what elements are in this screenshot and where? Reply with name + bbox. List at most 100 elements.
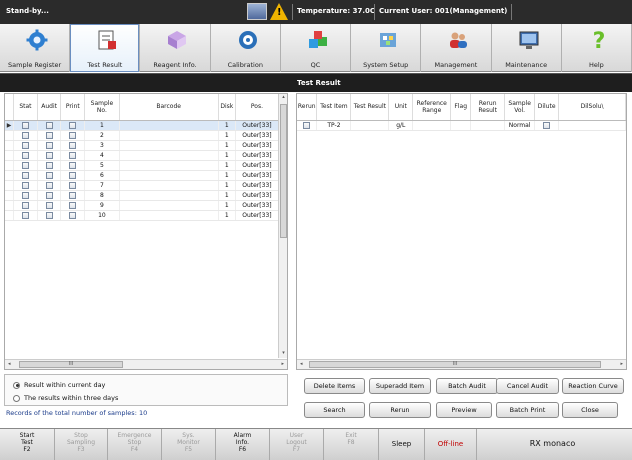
scroll-thumb[interactable]: III bbox=[309, 361, 601, 368]
stat-checkbox[interactable] bbox=[21, 151, 29, 159]
batch-audit-button[interactable]: Batch Audit bbox=[436, 378, 498, 394]
sample-row[interactable]: 7 1 Outer[33] bbox=[5, 180, 280, 191]
fkey-f7[interactable]: User Logout F7 bbox=[270, 429, 324, 460]
toolbar-qc[interactable]: QC bbox=[281, 24, 352, 72]
sample-row[interactable]: ▶ 1 1 Outer[33] bbox=[5, 120, 280, 131]
col-sample-no[interactable]: Sample No. bbox=[84, 94, 120, 121]
stat-checkbox[interactable] bbox=[21, 171, 29, 179]
col-barcode[interactable]: Barcode bbox=[119, 94, 219, 121]
stat-checkbox[interactable] bbox=[21, 201, 29, 209]
col-reference-range[interactable]: Reference Range bbox=[412, 94, 452, 121]
col-rerun-result[interactable]: Rerun Result bbox=[470, 94, 506, 121]
print-checkbox[interactable] bbox=[69, 171, 77, 179]
preview-button[interactable]: Preview bbox=[436, 402, 492, 418]
stat-checkbox[interactable] bbox=[21, 181, 29, 189]
sample-row[interactable]: 10 1 Outer[33] bbox=[5, 210, 280, 221]
sample-row[interactable]: 2 1 Outer[33] bbox=[5, 130, 280, 141]
cancel-audit-button[interactable]: Cancel Audit bbox=[496, 378, 559, 394]
close-button[interactable]: Close bbox=[562, 402, 618, 418]
stat-checkbox[interactable] bbox=[21, 131, 29, 139]
scroll-thumb[interactable]: III bbox=[19, 361, 123, 368]
reaction-curve-button[interactable]: Reaction Curve bbox=[562, 378, 624, 394]
print-checkbox[interactable] bbox=[69, 161, 77, 169]
audit-checkbox[interactable] bbox=[45, 151, 53, 159]
scroll-right-icon[interactable]: ▸ bbox=[620, 361, 623, 367]
filter-three-days[interactable]: The results within three days bbox=[13, 394, 118, 402]
sample-row[interactable]: 3 1 Outer[33] bbox=[5, 140, 280, 151]
toolbar-management[interactable]: Management bbox=[421, 24, 492, 72]
stat-checkbox[interactable] bbox=[21, 121, 29, 129]
fkey-f6[interactable]: Alarm Info. F6 bbox=[216, 429, 270, 460]
print-checkbox[interactable] bbox=[69, 121, 77, 129]
search-button[interactable]: Search bbox=[304, 402, 365, 418]
fkey-f2[interactable]: Start Test F2 bbox=[0, 429, 55, 460]
fkey-f5[interactable]: Sys. Monitor F5 bbox=[162, 429, 216, 460]
stat-checkbox[interactable] bbox=[21, 211, 29, 219]
audit-checkbox[interactable] bbox=[45, 211, 53, 219]
sleep-button[interactable]: Sleep bbox=[379, 429, 425, 460]
radio-current-day[interactable] bbox=[13, 381, 20, 389]
col-disk[interactable]: Disk bbox=[218, 94, 236, 121]
col-flag[interactable]: Flag bbox=[450, 94, 472, 121]
col-test-item[interactable]: Test Item bbox=[316, 94, 352, 121]
audit-checkbox[interactable] bbox=[45, 131, 53, 139]
print-checkbox[interactable] bbox=[69, 131, 77, 139]
delete-items-button[interactable]: Delete Items bbox=[304, 378, 365, 394]
col-dilsolu[interactable]: DilSolu\ bbox=[558, 94, 626, 121]
dilute-checkbox[interactable] bbox=[543, 121, 551, 129]
toolbar-maintenance[interactable]: Maintenance bbox=[492, 24, 562, 72]
fkey-f8[interactable]: Exit F8 bbox=[324, 429, 379, 460]
scroll-thumb[interactable] bbox=[280, 104, 287, 238]
toolbar-help[interactable]: ? Help bbox=[562, 24, 632, 72]
toolbar-calibration[interactable]: Calibration bbox=[211, 24, 281, 72]
col-rerun[interactable]: Rerun bbox=[297, 94, 318, 121]
audit-checkbox[interactable] bbox=[45, 201, 53, 209]
batch-print-button[interactable]: Batch Print bbox=[496, 402, 559, 418]
warning-icon[interactable]: ! bbox=[270, 3, 288, 20]
audit-checkbox[interactable] bbox=[45, 171, 53, 179]
rerun-button[interactable]: Rerun bbox=[369, 402, 431, 418]
superadd-item-button[interactable]: Superadd Item bbox=[369, 378, 431, 394]
scroll-right-icon[interactable]: ▸ bbox=[281, 361, 284, 367]
print-checkbox[interactable] bbox=[69, 181, 77, 189]
scroll-up-icon[interactable]: ▴ bbox=[280, 94, 287, 102]
print-checkbox[interactable] bbox=[69, 191, 77, 199]
sample-row[interactable]: 8 1 Outer[33] bbox=[5, 190, 280, 201]
fkey-f4[interactable]: Emergence Stop F4 bbox=[108, 429, 162, 460]
audit-checkbox[interactable] bbox=[45, 161, 53, 169]
sample-horizontal-scrollbar[interactable]: ◂ III ▸ bbox=[5, 359, 287, 369]
scroll-left-icon[interactable]: ◂ bbox=[300, 361, 303, 367]
sample-row[interactable]: 5 1 Outer[33] bbox=[5, 160, 280, 171]
audit-checkbox[interactable] bbox=[45, 141, 53, 149]
scroll-down-icon[interactable]: ▾ bbox=[280, 350, 287, 358]
toolbar-reagent-info[interactable]: Reagent Info. bbox=[140, 24, 211, 72]
col-sample-vol[interactable]: Sample Vol. bbox=[504, 94, 536, 121]
stat-checkbox[interactable] bbox=[21, 141, 29, 149]
sample-row[interactable]: 6 1 Outer[33] bbox=[5, 170, 280, 181]
col-audit[interactable]: Audit bbox=[37, 94, 62, 121]
stat-checkbox[interactable] bbox=[21, 161, 29, 169]
col-test-result[interactable]: Test Result bbox=[350, 94, 390, 121]
col-stat[interactable]: Stat bbox=[13, 94, 38, 121]
col-pos[interactable]: Pos. bbox=[235, 94, 280, 121]
print-checkbox[interactable] bbox=[69, 151, 77, 159]
rerun-checkbox[interactable] bbox=[303, 121, 311, 129]
col-unit[interactable]: Unit bbox=[388, 94, 414, 121]
print-checkbox[interactable] bbox=[69, 211, 77, 219]
print-checkbox[interactable] bbox=[69, 141, 77, 149]
toolbar-sample-register[interactable]: Sample Register bbox=[0, 24, 71, 72]
toolbar-test-result[interactable]: Test Result bbox=[70, 24, 141, 72]
audit-checkbox[interactable] bbox=[45, 181, 53, 189]
audit-checkbox[interactable] bbox=[45, 191, 53, 199]
col-print[interactable]: Print bbox=[60, 94, 86, 121]
result-row[interactable]: TP-2 g/L Normal bbox=[297, 120, 626, 131]
fkey-f3[interactable]: Stop Sampling F3 bbox=[55, 429, 108, 460]
stat-checkbox[interactable] bbox=[21, 191, 29, 199]
audit-checkbox[interactable] bbox=[45, 121, 53, 129]
monitor-status-icon[interactable] bbox=[247, 3, 267, 20]
print-checkbox[interactable] bbox=[69, 201, 77, 209]
scroll-left-icon[interactable]: ◂ bbox=[8, 361, 11, 367]
sample-row[interactable]: 9 1 Outer[33] bbox=[5, 200, 280, 211]
sample-vertical-scrollbar[interactable]: ▴ ▾ bbox=[278, 94, 287, 358]
radio-three-days[interactable] bbox=[13, 394, 20, 402]
